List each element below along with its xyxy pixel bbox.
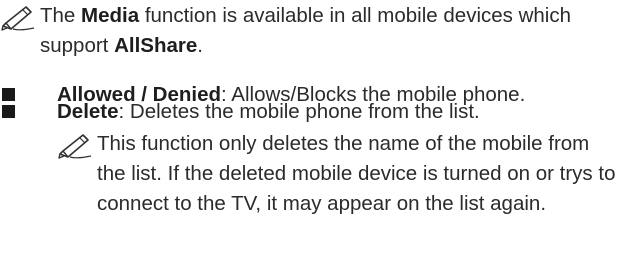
bullet-delete-row: Delete: Deletes the mobile phone from th…: [0, 97, 610, 127]
note-delete-details: This function only deletes the name of t…: [57, 129, 617, 219]
manual-section: The Media function is available in all m…: [0, 0, 619, 271]
pencil-note-icon: [58, 134, 92, 159]
allshare-term: AllShare: [114, 34, 198, 57]
bullet-term: Delete: [57, 100, 119, 123]
note-media-availability: The Media function is available in all m…: [0, 1, 600, 61]
media-term: Media: [81, 4, 140, 27]
square-bullet-icon: [2, 105, 15, 118]
bullet-desc: : Deletes the mobile phone from the list…: [118, 100, 480, 123]
note-text: This function only deletes the name of t…: [97, 132, 616, 215]
pencil-note-icon: [1, 6, 35, 31]
note-text: The Media function is available in all m…: [40, 1, 600, 61]
note-prefix: The: [40, 4, 82, 27]
note-suffix: .: [197, 34, 203, 57]
